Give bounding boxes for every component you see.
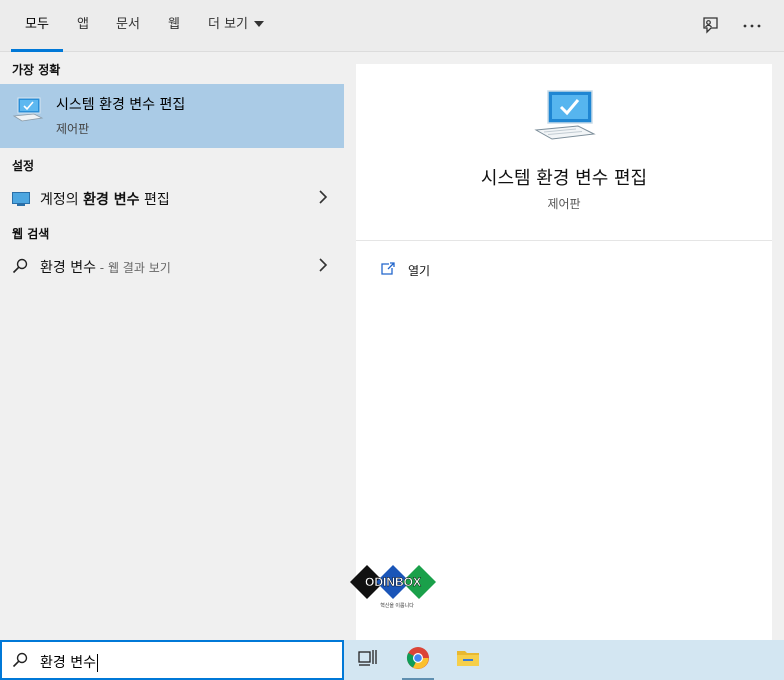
feedback-icon[interactable]: [698, 14, 722, 38]
search-tab-bar: 모두 앱 문서 웹 더 보기: [0, 0, 784, 52]
search-input[interactable]: 환경 변수: [40, 652, 98, 672]
computer-icon: [12, 96, 44, 128]
section-web-search: 웹 검색: [12, 227, 50, 241]
divider: [356, 240, 772, 241]
open-label: 열기: [408, 263, 431, 278]
text-cursor: [96, 654, 98, 672]
tab-web[interactable]: 웹: [168, 0, 180, 52]
odinbox-logo: ODINBOX 혁신을 이룹니다: [350, 562, 440, 612]
web-result-item[interactable]: 환경 변수 - 웹 결과 보기: [0, 249, 344, 283]
best-match-result[interactable]: 시스템 환경 변수 편집 제어판: [0, 84, 344, 148]
chrome-taskbar-button[interactable]: [398, 640, 438, 680]
taskbar: [344, 640, 784, 680]
tab-all[interactable]: 모두: [11, 0, 63, 52]
web-result-label: 환경 변수 - 웹 결과 보기: [40, 257, 171, 277]
folder-icon: [456, 648, 480, 672]
task-view-button[interactable]: [348, 640, 388, 680]
preview-title: 시스템 환경 변수 편집: [480, 168, 648, 189]
settings-result-suffix: 편집: [139, 192, 170, 208]
tab-more[interactable]: 더 보기: [208, 0, 265, 52]
monitor-settings-icon: [12, 191, 30, 210]
open-action[interactable]: 열기: [380, 260, 430, 280]
settings-result-prefix: 계정의: [40, 192, 84, 208]
open-external-icon: [380, 261, 396, 280]
section-settings: 설정: [12, 159, 35, 173]
task-view-icon: [358, 649, 378, 671]
web-result-hint: - 웹 결과 보기: [95, 261, 171, 275]
more-options-icon[interactable]: [740, 14, 764, 38]
computer-large-icon: [534, 88, 598, 148]
file-explorer-button[interactable]: [448, 640, 488, 680]
search-icon: [12, 652, 28, 672]
best-match-title: 시스템 환경 변수 편집: [56, 97, 186, 113]
tab-documents[interactable]: 문서: [116, 0, 140, 52]
logo-text: ODINBOX: [365, 575, 421, 589]
results-panel: 가장 정확 시스템 환경 변수 편집 제어판 설정 계정의 환경 변수 편집 웹…: [0, 52, 344, 640]
section-best-match: 가장 정확: [12, 63, 61, 77]
tab-more-label: 더 보기: [208, 17, 249, 32]
settings-result-item[interactable]: 계정의 환경 변수 편집: [0, 181, 344, 215]
chrome-icon: [406, 646, 430, 674]
chevron-right-icon: [318, 189, 328, 208]
best-match-subtitle: 제어판: [56, 122, 90, 136]
logo-tagline: 혁신을 이룹니다: [380, 602, 414, 609]
preview-subtitle: 제어판: [547, 197, 581, 211]
web-result-query: 환경 변수: [40, 260, 96, 276]
preview-panel: 시스템 환경 변수 편집 제어판 열기: [356, 64, 772, 640]
search-icon: [12, 258, 28, 278]
settings-result-label: 계정의 환경 변수 편집: [40, 189, 170, 209]
settings-result-bold: 환경 변수: [83, 192, 140, 208]
chevron-down-icon: [254, 20, 265, 27]
chevron-right-icon: [318, 257, 328, 276]
search-box[interactable]: 환경 변수: [0, 640, 344, 680]
tab-apps[interactable]: 앱: [77, 0, 89, 52]
search-input-value: 환경 변수: [40, 655, 96, 671]
